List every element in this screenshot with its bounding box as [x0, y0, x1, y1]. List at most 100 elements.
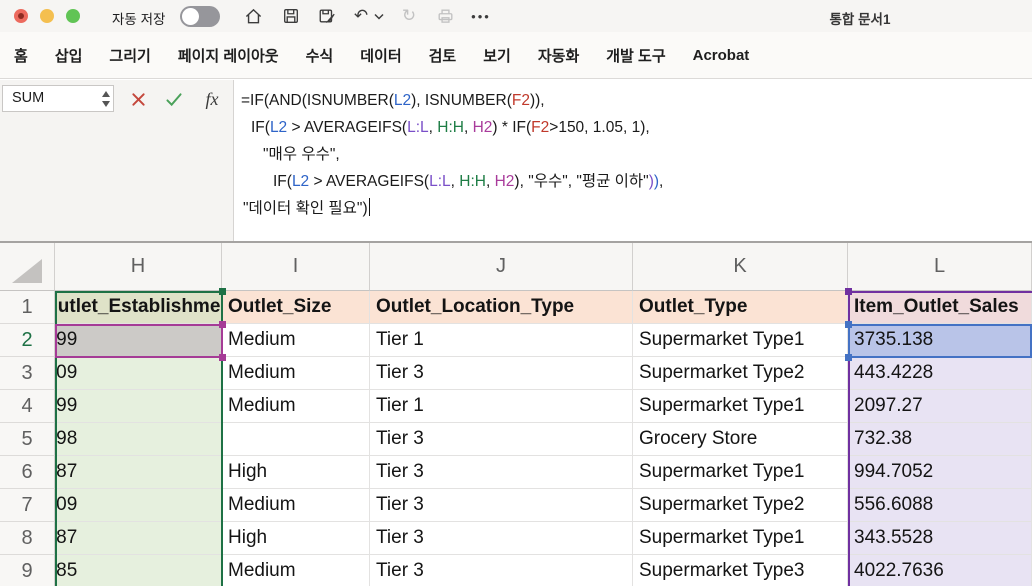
cell-L8[interactable]: 343.5528 [848, 522, 1032, 555]
cell-L1[interactable]: Item_Outlet_Sales [848, 291, 1032, 324]
cell-K1[interactable]: Outlet_Type [633, 291, 848, 324]
col-header-I[interactable]: I [222, 243, 370, 291]
cell-I5[interactable] [222, 423, 370, 456]
cell-I4[interactable]: Medium [222, 390, 370, 423]
cell-L2[interactable]: 3735.138 [848, 324, 1032, 357]
cell-J4[interactable]: Tier 1 [370, 390, 633, 423]
cell-K9[interactable]: Supermarket Type3 [633, 555, 848, 586]
cell-K6[interactable]: Supermarket Type1 [633, 456, 848, 489]
ribbon-tab-Acrobat[interactable]: Acrobat [693, 47, 750, 64]
ribbon-tab-개발 도구[interactable]: 개발 도구 [606, 45, 665, 66]
h2-handle-bottom[interactable] [219, 354, 226, 361]
cell-I9[interactable]: Medium [222, 555, 370, 586]
cell-K8[interactable]: Supermarket Type1 [633, 522, 848, 555]
cell-L6[interactable]: 994.7052 [848, 456, 1032, 489]
cell-K4[interactable]: Supermarket Type1 [633, 390, 848, 423]
cell-I3[interactable]: Medium [222, 357, 370, 390]
cell-L9[interactable]: 4022.7636 [848, 555, 1032, 586]
row-header-6[interactable]: 6 [0, 456, 55, 489]
stepper-down-icon[interactable] [102, 101, 110, 107]
cell-H1[interactable]: Outlet_Establishment_Year [55, 291, 222, 324]
cell-K2[interactable]: Supermarket Type1 [633, 324, 848, 357]
undo-icon[interactable]: ↶ [350, 6, 372, 26]
cell-J2[interactable]: Tier 1 [370, 324, 633, 357]
ribbon-tab-데이터[interactable]: 데이터 [360, 45, 401, 66]
ribbon-tab-삽입[interactable]: 삽입 [55, 45, 83, 66]
l2-handle-top[interactable] [845, 321, 852, 328]
cell-H2[interactable]: 1999 [55, 324, 222, 357]
row-header-7[interactable]: 7 [0, 489, 55, 522]
cell-I6[interactable]: High [222, 456, 370, 489]
ribbon-tab-자동화[interactable]: 자동화 [538, 45, 579, 66]
cell-L5[interactable]: 732.38 [848, 423, 1032, 456]
col-header-J[interactable]: J [370, 243, 633, 291]
cell-K5[interactable]: Grocery Store [633, 423, 848, 456]
cell-H5[interactable]: 1998 [55, 423, 222, 456]
save-icon[interactable] [280, 6, 302, 26]
cell-J5[interactable]: Tier 3 [370, 423, 633, 456]
cell-H9[interactable]: 1985 [55, 555, 222, 586]
row-header-9[interactable]: 9 [0, 555, 55, 586]
name-box-stepper[interactable] [99, 90, 113, 108]
cell-H6[interactable]: 1987 [55, 456, 222, 489]
cell-H4[interactable]: 1999 [55, 390, 222, 423]
name-box[interactable]: SUM [2, 85, 114, 112]
ribbon-tab-수식[interactable]: 수식 [306, 45, 334, 66]
redo-icon[interactable]: ↻ [398, 6, 420, 26]
cell-I7[interactable]: Medium [222, 489, 370, 522]
cell-L7[interactable]: 556.6088 [848, 489, 1032, 522]
minimize-window-button[interactable] [40, 9, 54, 23]
col-header-K[interactable]: K [633, 243, 848, 291]
cell-J7[interactable]: Tier 3 [370, 489, 633, 522]
formula-input[interactable]: =IF(AND(ISNUMBER(L2), ISNUMBER(F2)),IF(L… [235, 80, 1032, 242]
row-header-5[interactable]: 5 [0, 423, 55, 456]
l-range-handle[interactable] [845, 288, 852, 295]
ribbon-tab-보기[interactable]: 보기 [483, 45, 511, 66]
ribbon-tab-그리기[interactable]: 그리기 [109, 45, 150, 66]
h-range-handle[interactable] [219, 288, 226, 295]
undo-chevron-icon[interactable] [372, 6, 386, 26]
cell-I1[interactable]: Outlet_Size [222, 291, 370, 324]
cell-H7[interactable]: 2009 [55, 489, 222, 522]
stepper-up-icon[interactable] [102, 91, 110, 97]
close-window-button[interactable] [14, 9, 28, 23]
confirm-button[interactable] [162, 88, 186, 110]
cell-J9[interactable]: Tier 3 [370, 555, 633, 586]
cell-H8[interactable]: 1987 [55, 522, 222, 555]
row-header-2[interactable]: 2 [0, 324, 55, 357]
home-icon[interactable] [242, 6, 264, 26]
cell-I8[interactable]: High [222, 522, 370, 555]
cell-J3[interactable]: Tier 3 [370, 357, 633, 390]
cell-I2[interactable]: Medium [222, 324, 370, 357]
row-header-4[interactable]: 4 [0, 390, 55, 423]
cell-K7[interactable]: Supermarket Type2 [633, 489, 848, 522]
document-title: 통합 문서1 [780, 8, 940, 28]
zoom-window-button[interactable] [66, 9, 80, 23]
l2-handle-bottom[interactable] [845, 354, 852, 361]
print-icon[interactable] [434, 6, 456, 26]
row-header-8[interactable]: 8 [0, 522, 55, 555]
col-header-H[interactable]: H [55, 243, 222, 291]
cell-J1[interactable]: Outlet_Location_Type [370, 291, 633, 324]
cell-L4[interactable]: 2097.27 [848, 390, 1032, 423]
row-header-1[interactable]: 1 [0, 291, 55, 324]
formula-bar: SUM fx =IF(AND(ISNUMBER(L2), ISNUMBER(F2… [0, 80, 1032, 242]
ribbon-tab-페이지 레이아웃[interactable]: 페이지 레이아웃 [178, 45, 279, 66]
insert-function-button[interactable]: fx [200, 88, 224, 110]
formula-line-2: IF(L2 > AVERAGEIFS(L:L, H:H, H2) * IF(F2… [235, 114, 1032, 141]
row-header-3[interactable]: 3 [0, 357, 55, 390]
select-all-corner[interactable] [0, 243, 55, 291]
autosave-toggle[interactable] [180, 6, 220, 27]
ribbon-tab-검토[interactable]: 검토 [429, 45, 457, 66]
cell-J6[interactable]: Tier 3 [370, 456, 633, 489]
cancel-button[interactable] [126, 88, 150, 110]
more-toolbar-icon[interactable]: ••• [470, 6, 492, 26]
save-as-icon[interactable] [316, 6, 338, 26]
ribbon-tab-홈[interactable]: 홈 [14, 45, 28, 66]
cell-L3[interactable]: 443.4228 [848, 357, 1032, 390]
cell-K3[interactable]: Supermarket Type2 [633, 357, 848, 390]
cell-H3[interactable]: 2009 [55, 357, 222, 390]
col-header-L[interactable]: L [848, 243, 1032, 291]
h2-handle-top[interactable] [219, 321, 226, 328]
cell-J8[interactable]: Tier 3 [370, 522, 633, 555]
